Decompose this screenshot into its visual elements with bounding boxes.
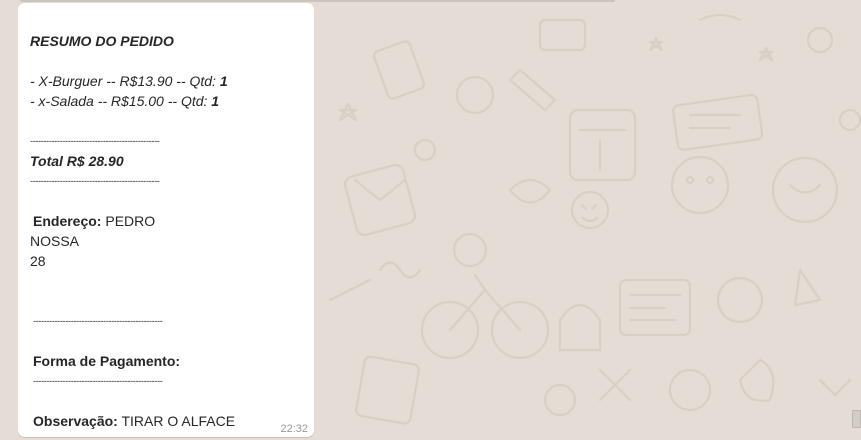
order-item-qty: 1 xyxy=(211,93,220,109)
order-item: - X-Burguer -- R$13.90 -- Qtd: 1 xyxy=(30,72,228,90)
separator: ----------------------------------------… xyxy=(30,136,160,146)
order-summary-title: RESUMO DO PEDIDO xyxy=(30,33,174,49)
message-bubble[interactable]: RESUMO DO PEDIDO - X-Burguer -- R$13.90 … xyxy=(18,3,314,437)
order-item-text: - X-Burguer -- R$13.90 -- Qtd: xyxy=(30,73,220,89)
address-label: Endereço: xyxy=(33,213,102,229)
payment-label: Forma de Pagamento: xyxy=(33,353,181,369)
observation-label: Observação: xyxy=(33,413,118,429)
top-divider xyxy=(20,0,615,2)
order-total: Total R$ 28.90 xyxy=(30,153,124,169)
order-item: - x-Salada -- R$15.00 -- Qtd: 1 xyxy=(30,92,219,110)
address-line3: 28 xyxy=(30,253,46,269)
separator: ----------------------------------------… xyxy=(30,176,160,186)
message-timestamp: 22:32 xyxy=(280,423,308,435)
scroll-handle[interactable] xyxy=(852,410,861,428)
observation-line: Observação: TIRAR O ALFACE xyxy=(33,412,235,430)
observation-value: TIRAR O ALFACE xyxy=(121,413,236,429)
separator: ----------------------------------------… xyxy=(33,316,163,326)
order-item-qty: 1 xyxy=(219,73,228,89)
address-line2: NOSSA xyxy=(30,233,80,249)
order-item-text: - x-Salada -- R$15.00 -- Qtd: xyxy=(30,93,212,109)
address-line: Endereço: PEDRO xyxy=(33,212,155,230)
separator: ----------------------------------------… xyxy=(33,376,163,386)
address-name: PEDRO xyxy=(105,213,156,229)
